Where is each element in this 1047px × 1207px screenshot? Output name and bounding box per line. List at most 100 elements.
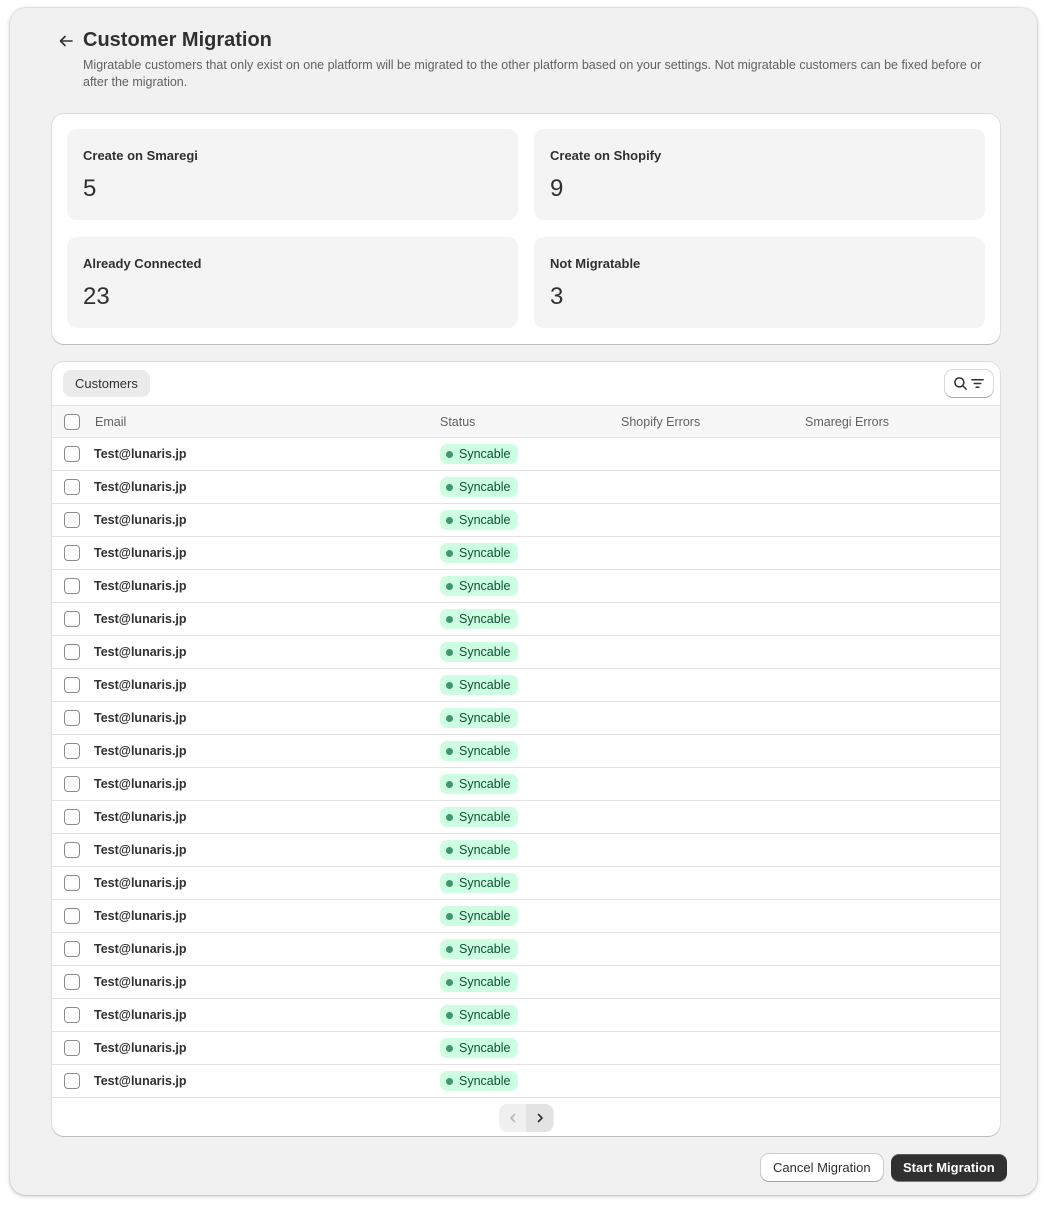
status-text: Syncable [459, 942, 511, 956]
stat-value: 5 [83, 175, 97, 202]
cancel-migration-button[interactable]: Cancel Migration [761, 1154, 883, 1181]
row-checkbox[interactable] [64, 710, 80, 726]
column-header-shopify-errors[interactable]: Shopify Errors [621, 415, 700, 429]
tab-customers[interactable]: Customers [63, 370, 150, 397]
table-row[interactable]: Test@lunaris.jp Syncable [52, 471, 1000, 504]
column-header-email[interactable]: Email [95, 415, 126, 429]
status-text: Syncable [459, 777, 511, 791]
customer-email[interactable]: Test@lunaris.jp [94, 975, 187, 989]
row-checkbox[interactable] [64, 644, 80, 660]
customer-email[interactable]: Test@lunaris.jp [94, 678, 187, 692]
status-text: Syncable [459, 876, 511, 890]
customer-email[interactable]: Test@lunaris.jp [94, 1041, 187, 1055]
table-row[interactable]: Test@lunaris.jp Syncable [52, 636, 1000, 669]
status-badge: Syncable [440, 1005, 519, 1025]
status-text: Syncable [459, 513, 511, 527]
row-checkbox[interactable] [64, 974, 80, 990]
select-all-checkbox[interactable] [64, 414, 80, 430]
status-text: Syncable [459, 1008, 511, 1022]
status-text: Syncable [459, 480, 511, 494]
status-dot-icon [446, 549, 453, 557]
customer-email[interactable]: Test@lunaris.jp [94, 546, 187, 560]
row-checkbox[interactable] [64, 908, 80, 924]
status-dot-icon [446, 648, 453, 656]
start-migration-button[interactable]: Start Migration [891, 1154, 1007, 1181]
table-row[interactable]: Test@lunaris.jp Syncable [52, 702, 1000, 735]
table-row[interactable]: Test@lunaris.jp Syncable [52, 768, 1000, 801]
search-filter-button[interactable] [945, 370, 993, 397]
table-row[interactable]: Test@lunaris.jp Syncable [52, 900, 1000, 933]
status-text: Syncable [459, 546, 511, 560]
status-text: Syncable [459, 612, 511, 626]
table-row[interactable]: Test@lunaris.jp Syncable [52, 1065, 1000, 1098]
table-row[interactable]: Test@lunaris.jp Syncable [52, 867, 1000, 900]
table-header: Email Status Shopify Errors Smaregi Erro… [52, 405, 1000, 438]
row-checkbox[interactable] [64, 545, 80, 561]
row-checkbox[interactable] [64, 1007, 80, 1023]
customer-email[interactable]: Test@lunaris.jp [94, 876, 187, 890]
customer-email[interactable]: Test@lunaris.jp [94, 744, 187, 758]
column-header-status[interactable]: Status [440, 415, 475, 429]
stat-value: 23 [83, 283, 110, 310]
chevron-right-icon [537, 1113, 543, 1123]
table-row[interactable]: Test@lunaris.jp Syncable [52, 999, 1000, 1032]
status-badge: Syncable [440, 807, 519, 827]
row-checkbox[interactable] [64, 1040, 80, 1056]
status-badge: Syncable [440, 1038, 519, 1058]
customer-email[interactable]: Test@lunaris.jp [94, 711, 187, 725]
column-header-smaregi-errors[interactable]: Smaregi Errors [805, 415, 889, 429]
status-badge: Syncable [440, 444, 519, 464]
customer-email[interactable]: Test@lunaris.jp [94, 942, 187, 956]
table-row[interactable]: Test@lunaris.jp Syncable [52, 966, 1000, 999]
customer-email[interactable]: Test@lunaris.jp [94, 447, 187, 461]
back-button[interactable] [56, 31, 76, 51]
table-row[interactable]: Test@lunaris.jp Syncable [52, 933, 1000, 966]
customer-email[interactable]: Test@lunaris.jp [94, 810, 187, 824]
customer-email[interactable]: Test@lunaris.jp [94, 777, 187, 791]
customer-email[interactable]: Test@lunaris.jp [94, 909, 187, 923]
row-checkbox[interactable] [64, 842, 80, 858]
stats-card: Create on Smaregi 5 Create on Shopify 9 … [52, 114, 1000, 344]
customer-email[interactable]: Test@lunaris.jp [94, 579, 187, 593]
row-checkbox[interactable] [64, 479, 80, 495]
table-row[interactable]: Test@lunaris.jp Syncable [52, 801, 1000, 834]
customer-email[interactable]: Test@lunaris.jp [94, 843, 187, 857]
customer-email[interactable]: Test@lunaris.jp [94, 480, 187, 494]
status-badge: Syncable [440, 675, 519, 695]
customer-email[interactable]: Test@lunaris.jp [94, 1074, 187, 1088]
prev-page-button[interactable] [499, 1104, 526, 1132]
table-row[interactable]: Test@lunaris.jp Syncable [52, 669, 1000, 702]
status-badge: Syncable [440, 576, 519, 596]
row-checkbox[interactable] [64, 512, 80, 528]
row-checkbox[interactable] [64, 677, 80, 693]
table-row[interactable]: Test@lunaris.jp Syncable [52, 603, 1000, 636]
row-checkbox[interactable] [64, 743, 80, 759]
row-checkbox[interactable] [64, 611, 80, 627]
customer-email[interactable]: Test@lunaris.jp [94, 513, 187, 527]
table-row[interactable]: Test@lunaris.jp Syncable [52, 1032, 1000, 1065]
table-toolbar: Customers [52, 362, 1000, 405]
status-dot-icon [446, 714, 453, 722]
customer-email[interactable]: Test@lunaris.jp [94, 645, 187, 659]
row-checkbox[interactable] [64, 446, 80, 462]
table-row[interactable]: Test@lunaris.jp Syncable [52, 504, 1000, 537]
row-checkbox[interactable] [64, 776, 80, 792]
row-checkbox[interactable] [64, 1073, 80, 1089]
stat-label: Not Migratable [550, 256, 641, 271]
status-badge: Syncable [440, 708, 519, 728]
table-row[interactable]: Test@lunaris.jp Syncable [52, 735, 1000, 768]
row-checkbox[interactable] [64, 941, 80, 957]
table-row[interactable]: Test@lunaris.jp Syncable [52, 834, 1000, 867]
table-row[interactable]: Test@lunaris.jp Syncable [52, 438, 1000, 471]
status-dot-icon [446, 747, 453, 755]
status-badge: Syncable [440, 906, 519, 926]
customer-email[interactable]: Test@lunaris.jp [94, 1008, 187, 1022]
row-checkbox[interactable] [64, 875, 80, 891]
table-row[interactable]: Test@lunaris.jp Syncable [52, 570, 1000, 603]
next-page-button[interactable] [526, 1104, 553, 1132]
customer-email[interactable]: Test@lunaris.jp [94, 612, 187, 626]
row-checkbox[interactable] [64, 578, 80, 594]
table-row[interactable]: Test@lunaris.jp Syncable [52, 537, 1000, 570]
status-badge: Syncable [440, 477, 519, 497]
row-checkbox[interactable] [64, 809, 80, 825]
